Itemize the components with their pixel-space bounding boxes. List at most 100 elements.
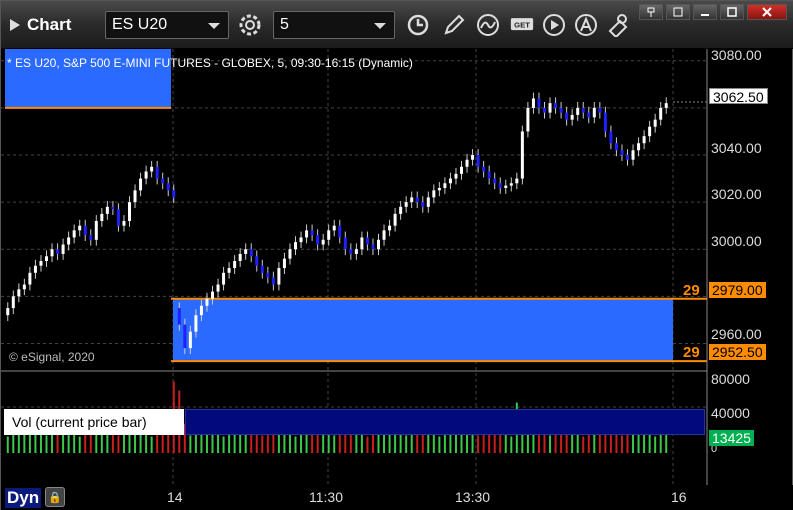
cursor-link-icon [608, 14, 628, 37]
candle-body [305, 230, 309, 238]
candle-body [664, 103, 668, 108]
candle-body [327, 230, 331, 240]
candle-body [233, 261, 237, 269]
candle-body [33, 265, 37, 273]
candle-body [100, 213, 104, 221]
candle-body [294, 242, 297, 250]
copyright: © eSignal, 2020 [9, 350, 95, 364]
candle-body [188, 331, 192, 349]
candle-body [465, 159, 469, 167]
study-bar [185, 409, 705, 435]
candle-body [432, 190, 436, 198]
price-tick: 2960.00 [711, 326, 762, 342]
candle-body [360, 237, 364, 250]
candle-body [460, 166, 463, 174]
candle-body [172, 190, 176, 198]
restore-button[interactable] [666, 4, 690, 20]
candle-body [61, 244, 65, 254]
candle-body [39, 261, 43, 266]
candle-body [448, 178, 452, 184]
candle-body [393, 213, 397, 226]
candle-body [299, 237, 303, 243]
candle-body [493, 178, 497, 184]
candle-body [72, 230, 76, 238]
candle-body [520, 131, 524, 179]
interval-select[interactable]: 5 [273, 11, 395, 39]
upper-level-tag: 2979.00 [709, 282, 766, 298]
candle-body [205, 298, 209, 306]
candle-body [504, 185, 508, 188]
candle-body [443, 183, 447, 188]
candle-body [199, 305, 203, 316]
candle-body [161, 178, 165, 184]
candle-body [249, 249, 253, 257]
price-tick: 3080.00 [711, 47, 762, 63]
time-button[interactable] [403, 11, 433, 39]
pin-button[interactable] [639, 4, 663, 20]
chart-app-icon [10, 19, 20, 31]
studies-button[interactable] [473, 11, 503, 39]
time-tick: 16 [671, 489, 687, 505]
candle-body [371, 244, 375, 250]
current-price-tag: 3062.50 [709, 88, 768, 105]
close-icon [762, 7, 772, 17]
candle-body [587, 112, 591, 118]
candle-body [598, 107, 602, 113]
dynamic-mode-label[interactable]: Dyn [5, 488, 42, 508]
time-tick: 14 [167, 489, 183, 505]
candle-body [310, 230, 314, 236]
candle-body [570, 114, 574, 120]
alert-icon [575, 14, 597, 36]
candle-body [343, 237, 347, 250]
candle-body [67, 237, 71, 245]
candle-body [437, 187, 441, 191]
curve-chart-icon [477, 14, 499, 36]
candle-body [338, 225, 342, 238]
maximize-button[interactable] [720, 4, 744, 20]
alert-button[interactable] [571, 11, 601, 39]
candle-body [222, 272, 226, 285]
candle-body [271, 277, 275, 285]
chevron-down-icon [208, 23, 220, 29]
app-title-text: Chart [27, 15, 72, 34]
settings-button[interactable] [235, 11, 265, 39]
candle-body [482, 166, 486, 172]
candle-body [471, 155, 475, 160]
volume-tick: 40000 [711, 405, 750, 421]
candle-body [421, 202, 425, 207]
minimize-button[interactable] [693, 4, 717, 20]
candle-body [316, 235, 320, 245]
cursor-link-button[interactable] [603, 11, 633, 39]
candle-body [648, 126, 652, 137]
get-data-button[interactable]: GET [507, 11, 537, 39]
candle-body [211, 291, 214, 299]
candle-body [177, 308, 181, 325]
chevron-down-icon [374, 23, 386, 29]
candle-body [105, 206, 109, 214]
candle-body [487, 171, 491, 179]
candle-body [22, 284, 26, 290]
candle-body [526, 107, 530, 132]
candle-body [128, 202, 131, 221]
play-button[interactable] [539, 11, 569, 39]
candle-body [111, 206, 115, 210]
close-button[interactable] [747, 4, 787, 20]
candle-body [515, 178, 519, 184]
symbol-select[interactable]: ES U20 [105, 11, 229, 39]
study-label-panel[interactable]: Vol (current price bar) [4, 409, 184, 435]
minimize-icon [701, 14, 709, 16]
study-close-button[interactable]: × [171, 409, 178, 423]
lock-icon[interactable]: 🔒 [45, 487, 65, 507]
candle-body [537, 98, 541, 108]
candle-body [144, 171, 148, 179]
get-data-icon: GET [510, 18, 534, 31]
candle-body [559, 107, 563, 113]
candle-body [45, 256, 48, 261]
candle-body [139, 178, 143, 191]
candle-body [150, 166, 154, 172]
candle-body [260, 265, 264, 273]
candle-body [637, 143, 641, 151]
candle-body [554, 103, 558, 108]
candle-body [282, 258, 286, 269]
draw-button[interactable] [439, 11, 469, 39]
